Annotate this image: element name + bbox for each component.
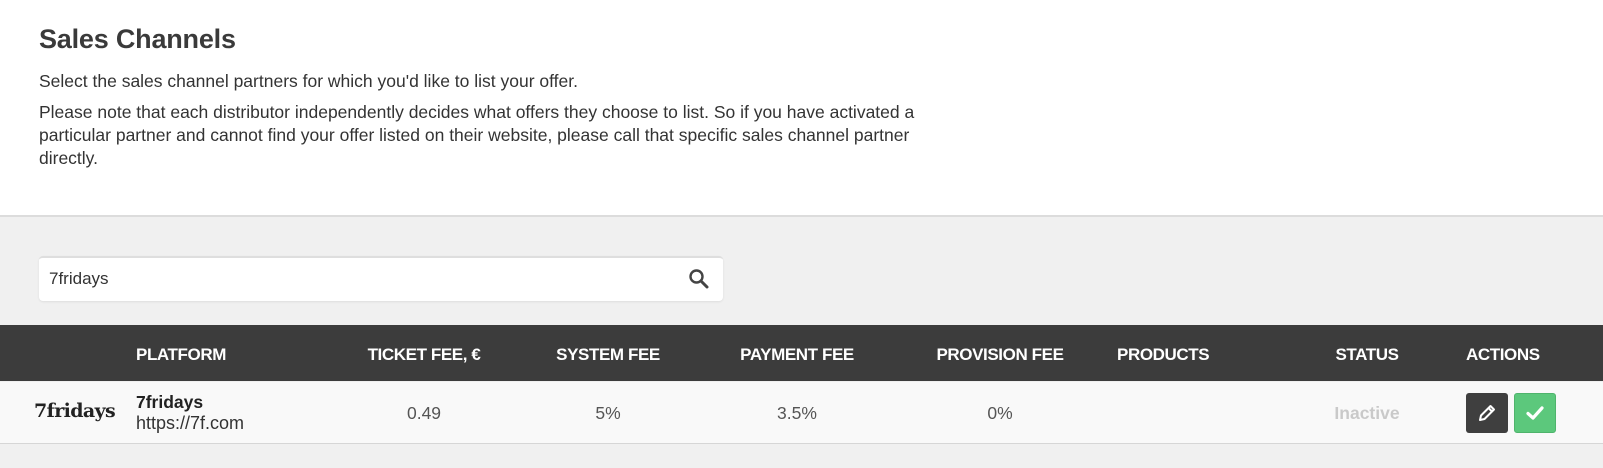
page-header: Sales Channels Select the sales channel …: [0, 0, 1603, 217]
column-header-products: PRODUCTS: [1117, 345, 1210, 364]
note-text: Please note that each distributor indepe…: [39, 102, 915, 168]
intro-text: Select the sales channel partners for wh…: [39, 71, 578, 91]
column-header-provision-fee: PROVISION FEE: [936, 345, 1064, 364]
table-row: 7fridays 7fridays https://7f.com 0.49 5%…: [0, 382, 1603, 444]
edit-button[interactable]: [1466, 393, 1508, 433]
platform-url: https://7f.com: [136, 413, 245, 433]
edit-icon: [1479, 405, 1495, 421]
platform-logo: 7fridays: [34, 400, 116, 422]
platform-name: 7fridays: [136, 392, 204, 412]
table-header: PLATFORM TICKET FEE, € SYSTEM FEE PAYMEN…: [0, 325, 1603, 381]
payment-fee-value: 3.5%: [777, 403, 817, 423]
provision-fee-value: 0%: [987, 403, 1013, 423]
status-badge: Inactive: [1334, 403, 1400, 423]
ticket-fee-value: 0.49: [406, 403, 442, 423]
column-header-platform: PLATFORM: [136, 345, 226, 364]
search-input[interactable]: [49, 263, 659, 295]
search-bar: [39, 256, 723, 301]
column-header-ticket-fee: TICKET FEE, €: [367, 345, 481, 364]
column-header-actions: ACTIONS: [1466, 345, 1540, 364]
column-header-system-fee: SYSTEM FEE: [556, 345, 660, 364]
system-fee-value: 5%: [595, 403, 621, 423]
search-icon[interactable]: [687, 267, 711, 291]
activate-button[interactable]: [1514, 393, 1556, 433]
check-icon: [1526, 406, 1544, 420]
column-header-status: STATUS: [1335, 345, 1399, 364]
column-header-payment-fee: PAYMENT FEE: [740, 345, 854, 364]
page-title: Sales Channels: [39, 24, 236, 54]
